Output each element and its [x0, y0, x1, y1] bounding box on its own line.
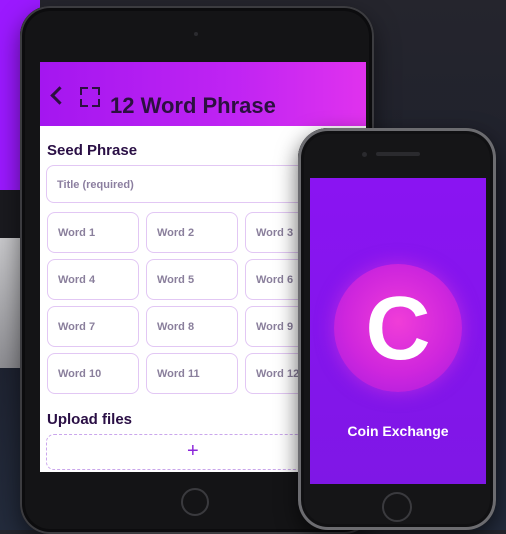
phone-screen: C Coin Exchange — [310, 178, 486, 484]
word-input-1[interactable]: Word 1 — [47, 212, 139, 253]
plus-icon[interactable]: + — [187, 440, 199, 463]
app-name: Coin Exchange — [347, 423, 449, 439]
tablet-camera — [194, 32, 198, 36]
logo-letter: C — [365, 279, 431, 379]
phone-device: C Coin Exchange — [298, 128, 496, 530]
seed-phrase-heading: Seed Phrase — [47, 142, 138, 159]
word-input-11[interactable]: Word 11 — [146, 353, 238, 394]
coin-logo: C — [334, 264, 462, 392]
phone-home-button[interactable] — [382, 492, 412, 522]
word-input-5[interactable]: Word 5 — [146, 259, 238, 300]
upload-files-heading: Upload files — [47, 411, 133, 428]
scan-icon[interactable] — [80, 87, 100, 107]
phone-camera — [362, 152, 367, 157]
word-input-4[interactable]: Word 4 — [47, 259, 139, 300]
word-input-8[interactable]: Word 8 — [146, 306, 238, 347]
tablet-home-button[interactable] — [181, 488, 209, 516]
phone-speaker — [376, 152, 420, 156]
word-input-10[interactable]: Word 10 — [47, 353, 139, 394]
back-icon[interactable] — [50, 86, 69, 105]
word-input-2[interactable]: Word 2 — [146, 212, 238, 253]
app-header: 12 Word Phrase — [40, 62, 366, 126]
word-input-7[interactable]: Word 7 — [47, 306, 139, 347]
page-title: 12 Word Phrase — [110, 93, 276, 118]
